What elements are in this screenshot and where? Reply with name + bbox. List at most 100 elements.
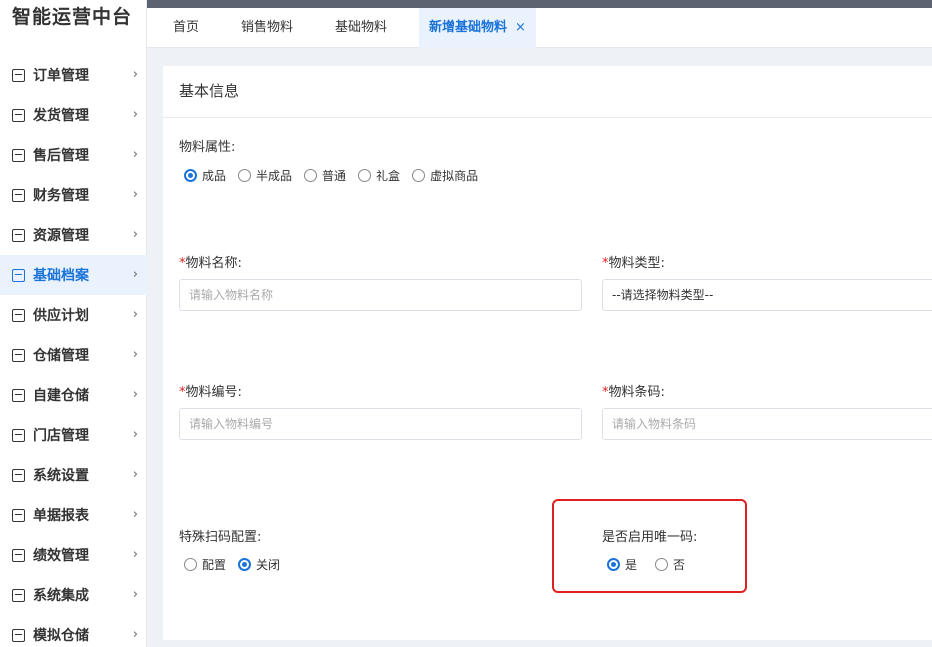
resource-icon (12, 228, 25, 242)
sidebar-item-label: 售后管理 (33, 148, 89, 164)
chevron-right-icon: › (132, 147, 138, 162)
sidebar-item-label: 供应计划 (33, 308, 89, 324)
chevron-right-icon: › (132, 347, 138, 362)
radio-label: 配置 (202, 558, 227, 572)
radio-virtual[interactable]: 虚拟商品 (412, 167, 478, 184)
sidebar-menu: 订单管理 › 发货管理 › 售后管理 › 财务管理 › 资源管理 › 基础档案 › 供应计划… (0, 55, 147, 647)
document-icon (12, 68, 25, 82)
chevron-right-icon: › (132, 107, 138, 122)
sidebar-item-label: 系统设置 (33, 468, 89, 484)
sidebar-item-label: 财务管理 (33, 188, 89, 204)
finance-icon (12, 188, 25, 202)
tab-new-basic-material[interactable]: 新增基础物料 × (419, 8, 536, 48)
chevron-right-icon: › (132, 467, 138, 482)
chevron-right-icon: › (132, 67, 138, 82)
sidebar-item-label: 单据报表 (33, 508, 89, 524)
sidebar-item-label: 订单管理 (33, 68, 89, 84)
sidebar-item-label: 发货管理 (33, 108, 89, 124)
sidebar-item-archive[interactable]: 基础档案 › (0, 255, 147, 295)
radio-unchecked-icon (358, 169, 372, 182)
top-bar (147, 0, 932, 8)
radio-gift-box[interactable]: 礼盒 (358, 167, 400, 184)
material-name-label: *物料名称: (179, 256, 242, 271)
chevron-right-icon: › (132, 627, 138, 642)
sidebar-item-label: 基础档案 (33, 268, 89, 284)
radio-finished-product[interactable]: 成品 (184, 167, 226, 184)
sidebar-item-aftersales[interactable]: 售后管理 › (0, 135, 147, 175)
radio-label: 虚拟商品 (430, 169, 479, 183)
sidebar-item-label: 自建仓储 (33, 388, 89, 404)
settings-icon (12, 468, 25, 482)
radio-label: 普通 (322, 169, 347, 183)
material-attr-radio-group: 成品 半成品 普通 礼盒 虚拟商品 (184, 167, 490, 184)
tab-basic-material[interactable]: 基础物料 (335, 8, 387, 48)
sidebar-item-integration[interactable]: 系统集成 › (0, 575, 147, 615)
close-icon[interactable]: × (515, 20, 526, 35)
app-title: 智能运营中台 (12, 6, 133, 28)
radio-checked-icon (238, 558, 252, 571)
chevron-right-icon: › (132, 587, 138, 602)
sidebar-item-supply-plan[interactable]: 供应计划 › (0, 295, 147, 335)
sidebar-item-store[interactable]: 门店管理 › (0, 415, 147, 455)
sidebar-item-performance[interactable]: 绩效管理 › (0, 535, 147, 575)
radio-label: 关闭 (256, 558, 281, 572)
sidebar-item-label: 模拟仓储 (33, 628, 89, 644)
form-card: 基本信息 物料属性: 成品 半成品 普通 礼盒 虚拟商品 *物料名称: *物料类… (163, 66, 932, 640)
material-type-select[interactable]: --请选择物料类型-- (602, 279, 932, 311)
sidebar: 智能运营中台 订单管理 › 发货管理 › 售后管理 › 财务管理 › 资源管理 › 基础档… (0, 0, 147, 647)
material-type-label: *物料类型: (602, 256, 665, 271)
tab-home[interactable]: 首页 (173, 8, 199, 48)
radio-semi-finished[interactable]: 半成品 (238, 167, 292, 184)
warehouse-icon (12, 348, 25, 362)
service-icon (12, 148, 25, 162)
radio-unchecked-icon (412, 169, 426, 182)
radio-unchecked-icon (238, 169, 252, 182)
sidebar-item-simulation[interactable]: 模拟仓储 › (0, 615, 147, 647)
sidebar-item-label: 系统集成 (33, 588, 89, 604)
material-barcode-input[interactable] (602, 408, 932, 440)
radio-checked-icon (184, 169, 197, 182)
sidebar-item-report[interactable]: 单据报表 › (0, 495, 147, 535)
special-scan-radio-group: 配置 关闭 (184, 556, 292, 573)
section-title: 基本信息 (163, 66, 932, 118)
plan-icon (12, 308, 25, 322)
material-name-input[interactable] (179, 279, 582, 311)
home-icon (12, 388, 25, 402)
radio-unchecked-icon (184, 558, 197, 571)
tab-bar: 首页 销售物料 基础物料 新增基础物料 × (147, 8, 932, 48)
truck-icon (12, 108, 25, 122)
radio-unchecked-icon (304, 169, 318, 182)
sidebar-item-warehouse[interactable]: 仓储管理 › (0, 335, 147, 375)
store-icon (12, 428, 25, 442)
sidebar-item-resource[interactable]: 资源管理 › (0, 215, 147, 255)
radio-configure[interactable]: 配置 (184, 556, 226, 573)
material-code-input[interactable] (179, 408, 582, 440)
material-barcode-label: *物料条码: (602, 385, 665, 400)
sidebar-item-order[interactable]: 订单管理 › (0, 55, 147, 95)
simulation-icon (12, 628, 25, 642)
archive-icon (12, 268, 25, 282)
radio-label: 半成品 (256, 169, 293, 183)
sidebar-item-label: 绩效管理 (33, 548, 89, 564)
sidebar-item-label: 仓储管理 (33, 348, 89, 364)
chevron-right-icon: › (132, 227, 138, 242)
sidebar-item-label: 资源管理 (33, 228, 89, 244)
radio-off[interactable]: 关闭 (238, 556, 280, 573)
tab-sales-material[interactable]: 销售物料 (241, 8, 293, 48)
sidebar-item-shipping[interactable]: 发货管理 › (0, 95, 147, 135)
sidebar-item-label: 门店管理 (33, 428, 89, 444)
chevron-right-icon: › (132, 267, 138, 282)
chevron-right-icon: › (132, 547, 138, 562)
radio-label: 礼盒 (376, 169, 401, 183)
report-icon (12, 508, 25, 522)
radio-normal[interactable]: 普通 (304, 167, 346, 184)
sidebar-item-finance[interactable]: 财务管理 › (0, 175, 147, 215)
chevron-right-icon: › (132, 387, 138, 402)
tab-label: 新增基础物料 (429, 20, 508, 35)
performance-icon (12, 548, 25, 562)
sidebar-item-settings[interactable]: 系统设置 › (0, 455, 147, 495)
chevron-right-icon: › (132, 307, 138, 322)
radio-label: 成品 (202, 169, 227, 183)
material-code-label: *物料编号: (179, 385, 242, 400)
sidebar-item-self-warehouse[interactable]: 自建仓储 › (0, 375, 147, 415)
